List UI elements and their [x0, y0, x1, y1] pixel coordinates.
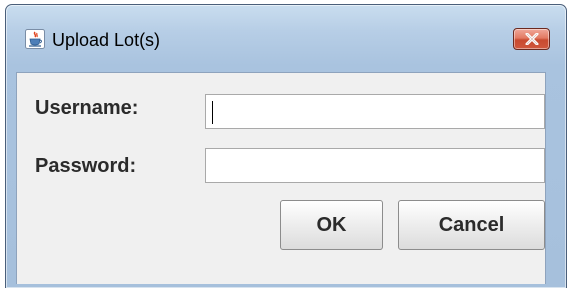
username-label: Username:: [35, 97, 139, 119]
text-caret: [212, 101, 213, 124]
window-title: Upload Lot(s): [52, 30, 161, 50]
password-label: Password:: [35, 155, 137, 177]
username-field[interactable]: [205, 94, 545, 129]
java-cup-icon: [25, 29, 45, 49]
title-bar[interactable]: Upload Lot(s): [0, 0, 577, 50]
close-icon: [525, 33, 539, 45]
cancel-button[interactable]: Cancel: [398, 200, 545, 250]
ok-button[interactable]: OK: [280, 200, 383, 250]
close-button[interactable]: [513, 28, 550, 50]
password-field[interactable]: [205, 148, 545, 183]
